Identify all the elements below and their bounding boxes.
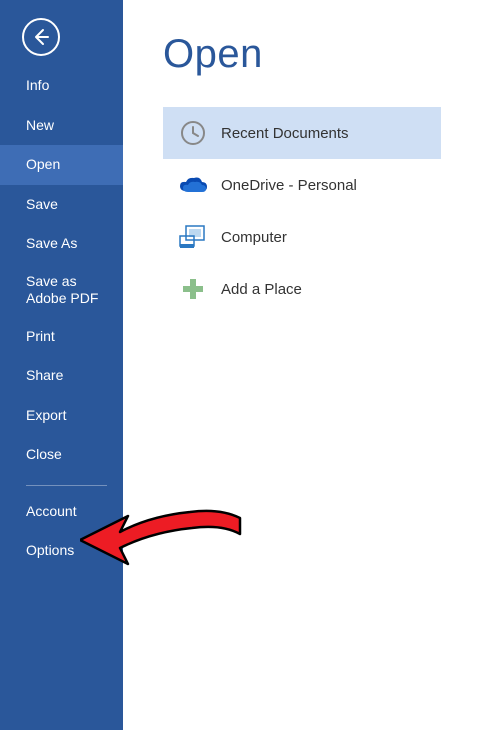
clock-icon — [173, 113, 213, 153]
sidebar-item-label: Info — [26, 77, 49, 93]
main-panel: Open Recent Documents O — [123, 0, 500, 730]
sidebar-item-save-as[interactable]: Save As — [0, 224, 123, 264]
location-recent-documents[interactable]: Recent Documents — [163, 107, 441, 159]
sidebar-item-share[interactable]: Share — [0, 356, 123, 396]
sidebar-item-label: Close — [26, 446, 62, 462]
sidebar-item-label: Save As — [26, 235, 77, 251]
location-onedrive[interactable]: OneDrive - Personal — [163, 159, 441, 211]
sidebar-separator — [26, 485, 107, 486]
location-list: Recent Documents OneDrive - Personal — [163, 107, 441, 315]
location-add-a-place[interactable]: Add a Place — [163, 263, 441, 315]
sidebar-item-new[interactable]: New — [0, 106, 123, 146]
sidebar-item-label: Save as Adobe PDF — [26, 273, 98, 307]
sidebar-item-label: Open — [26, 156, 60, 172]
sidebar-item-save-as-adobe-pdf[interactable]: Save as Adobe PDF — [0, 264, 123, 317]
sidebar: Info New Open Save Save As Save as Adobe… — [0, 0, 123, 730]
sidebar-item-open[interactable]: Open — [0, 145, 123, 185]
arrow-left-icon — [31, 27, 51, 47]
computer-icon — [173, 217, 213, 257]
sidebar-item-export[interactable]: Export — [0, 396, 123, 436]
location-label: Computer — [221, 229, 287, 246]
location-label: Recent Documents — [221, 125, 349, 142]
sidebar-item-label: Print — [26, 328, 55, 344]
sidebar-item-label: Export — [26, 407, 66, 423]
sidebar-item-label: Share — [26, 367, 63, 383]
sidebar-item-label: Account — [26, 503, 77, 519]
sidebar-item-options[interactable]: Options — [0, 531, 123, 571]
location-computer[interactable]: Computer — [163, 211, 441, 263]
back-button[interactable] — [22, 18, 60, 56]
sidebar-item-account[interactable]: Account — [0, 492, 123, 532]
sidebar-item-label: New — [26, 117, 54, 133]
location-label: OneDrive - Personal — [221, 177, 357, 194]
sidebar-item-print[interactable]: Print — [0, 317, 123, 357]
page-title: Open — [163, 32, 500, 77]
sidebar-item-label: Save — [26, 196, 58, 212]
sidebar-item-close[interactable]: Close — [0, 435, 123, 475]
sidebar-item-label: Options — [26, 542, 74, 558]
backstage-view: Info New Open Save Save As Save as Adobe… — [0, 0, 500, 730]
sidebar-item-save[interactable]: Save — [0, 185, 123, 225]
location-label: Add a Place — [221, 281, 302, 298]
sidebar-item-info[interactable]: Info — [0, 66, 123, 106]
onedrive-icon — [173, 165, 213, 205]
plus-icon — [173, 269, 213, 309]
